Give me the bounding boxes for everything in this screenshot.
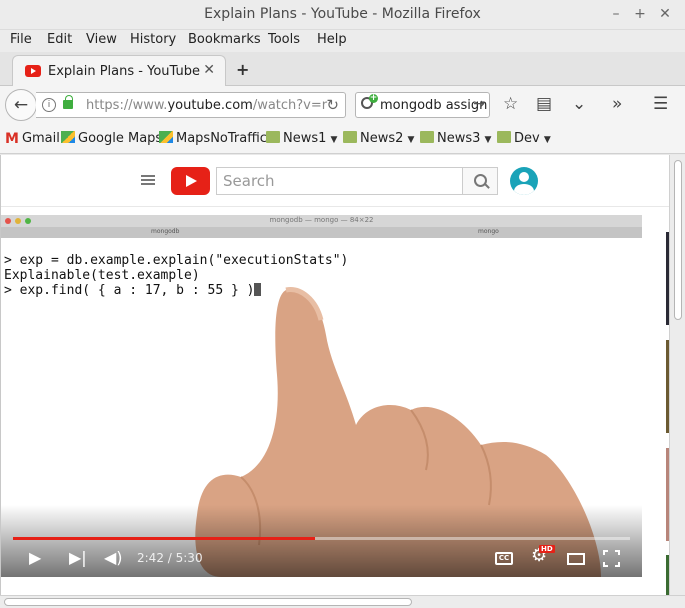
guide-menu-icon[interactable] bbox=[141, 175, 155, 177]
youtube-search-input[interactable]: Search bbox=[216, 167, 463, 195]
menu-help[interactable]: Help bbox=[317, 32, 347, 47]
search-text[interactable]: mongodb assign bbox=[380, 98, 487, 113]
progress-fill bbox=[13, 537, 316, 540]
bookmarks-library-icon[interactable]: ▤ bbox=[536, 94, 552, 114]
bookmark-star-icon[interactable]: ☆ bbox=[503, 94, 518, 114]
window-titlebar: Explain Plans - YouTube - Mozilla Firefo… bbox=[0, 0, 685, 30]
player-controls: ▶ ▶| ◀) 2:42 / 5:30 CC ⚙ HD bbox=[1, 505, 642, 577]
volume-icon[interactable]: ◀) bbox=[104, 548, 123, 567]
tab-strip: Explain Plans - YouTube ✕ + bbox=[0, 52, 685, 86]
progress-bar[interactable] bbox=[13, 537, 630, 540]
back-button[interactable]: ← bbox=[5, 89, 37, 121]
page-content: Search mongodb — mongo — 84×22 mongodb m… bbox=[0, 155, 670, 595]
lock-icon[interactable] bbox=[63, 95, 73, 109]
folder-icon bbox=[266, 131, 280, 143]
dropdown-caret-icon: ▼ bbox=[543, 135, 551, 145]
overflow-chevron-icon[interactable]: » bbox=[612, 94, 622, 114]
info-icon[interactable]: i bbox=[42, 98, 56, 112]
pocket-icon[interactable]: ⌄ bbox=[572, 94, 586, 114]
video-time: 2:42 / 5:30 bbox=[137, 551, 203, 565]
close-icon[interactable]: ✕ bbox=[655, 4, 675, 24]
bookmark-gmail[interactable]: M Gmail bbox=[5, 131, 60, 147]
bookmark-google-maps[interactable]: Google Maps bbox=[61, 131, 162, 146]
fullscreen-icon[interactable] bbox=[603, 550, 620, 567]
maximize-icon[interactable]: + bbox=[630, 4, 650, 24]
dropdown-caret-icon: ▼ bbox=[407, 135, 415, 145]
bookmark-folder-dev[interactable]: Dev ▼ bbox=[497, 131, 551, 146]
menubar: File Edit View History Bookmarks Tools H… bbox=[0, 30, 685, 52]
bookmark-folder-news1[interactable]: News1 ▼ bbox=[266, 131, 337, 146]
search-bar[interactable]: + mongodb assign → bbox=[355, 92, 490, 118]
vertical-scrollbar[interactable] bbox=[669, 155, 685, 595]
play-icon[interactable]: ▶ bbox=[29, 548, 41, 567]
folder-icon bbox=[420, 131, 434, 143]
menu-file[interactable]: File bbox=[10, 32, 32, 47]
minimize-icon[interactable]: – bbox=[606, 4, 626, 24]
dropdown-caret-icon: ▼ bbox=[330, 135, 338, 145]
url-bar[interactable]: i https://www.youtube.com/watch?v=r ↻ bbox=[36, 92, 346, 118]
menu-history[interactable]: History bbox=[130, 32, 176, 47]
bookmark-maps-no-traffic[interactable]: MapsNoTraffic bbox=[159, 131, 267, 146]
reload-icon[interactable]: ↻ bbox=[326, 96, 339, 114]
horizontal-scroll-thumb[interactable] bbox=[4, 598, 412, 606]
captions-button[interactable]: CC bbox=[495, 552, 513, 565]
youtube-search-button[interactable] bbox=[462, 167, 498, 195]
video-player[interactable]: mongodb — mongo — 84×22 mongodb mongo > … bbox=[1, 215, 642, 577]
hd-badge: HD bbox=[539, 545, 555, 553]
dropdown-caret-icon: ▼ bbox=[484, 135, 492, 145]
maps-icon bbox=[61, 131, 75, 143]
menu-edit[interactable]: Edit bbox=[47, 32, 72, 47]
gmail-icon: M bbox=[5, 131, 19, 147]
folder-icon bbox=[343, 131, 357, 143]
menu-view[interactable]: View bbox=[86, 32, 117, 47]
menu-bookmarks[interactable]: Bookmarks bbox=[188, 32, 261, 47]
theater-mode-icon[interactable] bbox=[567, 553, 585, 565]
menu-tools[interactable]: Tools bbox=[268, 32, 300, 47]
avatar[interactable] bbox=[510, 167, 538, 195]
search-go-icon[interactable]: → bbox=[473, 96, 485, 112]
tab-close-icon[interactable]: ✕ bbox=[203, 62, 215, 78]
bookmark-folder-news2[interactable]: News2 ▼ bbox=[343, 131, 414, 146]
youtube-logo[interactable] bbox=[171, 167, 210, 195]
search-placeholder: Search bbox=[223, 172, 275, 190]
new-tab-button[interactable]: + bbox=[236, 60, 249, 79]
window-title: Explain Plans - YouTube - Mozilla Firefo… bbox=[204, 6, 481, 22]
hamburger-menu-icon[interactable]: ☰ bbox=[653, 94, 668, 114]
vertical-scroll-thumb[interactable] bbox=[674, 160, 682, 320]
youtube-favicon-icon bbox=[25, 65, 41, 77]
url-text[interactable]: https://www.youtube.com/watch?v=r bbox=[86, 98, 327, 113]
navigation-toolbar: ← i https://www.youtube.com/watch?v=r ↻ … bbox=[0, 86, 685, 124]
tab-explain-plans[interactable]: Explain Plans - YouTube ✕ bbox=[12, 55, 226, 86]
maps-icon bbox=[159, 131, 173, 143]
tab-label: Explain Plans - YouTube bbox=[48, 64, 200, 79]
bookmarks-toolbar: M Gmail Google Maps MapsNoTraffic News1 ▼… bbox=[0, 124, 685, 154]
youtube-header: Search bbox=[1, 155, 670, 207]
next-icon[interactable]: ▶| bbox=[69, 548, 87, 567]
bookmark-folder-news3[interactable]: News3 ▼ bbox=[420, 131, 491, 146]
horizontal-scrollbar[interactable] bbox=[0, 595, 685, 608]
add-search-engine-icon: + bbox=[369, 93, 378, 103]
folder-icon bbox=[497, 131, 511, 143]
